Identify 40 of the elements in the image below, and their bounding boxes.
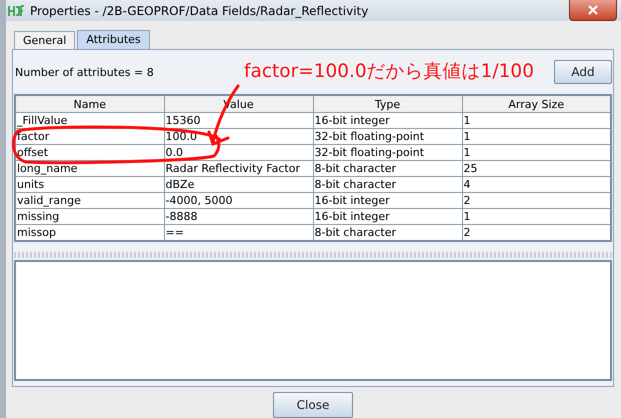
attribute-count: Number of attributes = 8 (15, 66, 154, 78)
column-header[interactable]: Name (15, 95, 164, 112)
table-cell: units (15, 176, 164, 192)
table-cell: 32-bit floating-point (313, 144, 462, 160)
table-cell: 32-bit floating-point (313, 128, 462, 144)
table-cell: -8888 (164, 208, 313, 224)
annotation-text: factor=100.0だから真値は1/100 (244, 60, 534, 83)
table-cell: 0.0 (164, 144, 313, 160)
table-cell: 15360 (164, 112, 313, 128)
close-icon (588, 5, 598, 15)
table-cell: valid_range (15, 192, 164, 208)
add-button[interactable]: Add (554, 60, 612, 84)
table-cell: long_name (15, 160, 164, 176)
tab[interactable]: General (14, 31, 76, 49)
table-cell: factor (15, 128, 164, 144)
table-cell: -4000, 5000 (164, 192, 313, 208)
table-cell: 16-bit integer (313, 192, 462, 208)
table-cell: == (164, 224, 313, 241)
hdf-logo-icon (8, 4, 24, 18)
table-cell: 8-bit character (313, 160, 462, 176)
tab[interactable]: Attributes (77, 30, 150, 49)
column-header[interactable]: Array Size (462, 95, 611, 112)
table-cell: dBZe (164, 176, 313, 192)
text-area[interactable] (14, 260, 612, 381)
close-button[interactable]: Close (273, 392, 353, 418)
close-window-button[interactable] (569, 0, 617, 21)
table-cell: 16-bit integer (313, 112, 462, 128)
splitter-handle[interactable] (14, 252, 612, 258)
table-cell: 8-bit character (313, 224, 462, 241)
table-cell: 16-bit integer (313, 208, 462, 224)
table-cell: offset (15, 144, 164, 160)
table-cell: missing (15, 208, 164, 224)
window-title: Properties - /2B-GEOPROF/Data Fields/Radar_Reflectivity (30, 4, 370, 18)
table-cell: 2 (462, 192, 611, 208)
table-cell: 25 (462, 160, 611, 176)
table-cell: _FillValue (15, 112, 164, 128)
table-cell: 8-bit character (313, 176, 462, 192)
column-header[interactable]: Type (313, 95, 462, 112)
table-cell: missop (15, 224, 164, 241)
table-cell: Radar Reflectivity Factor (164, 160, 313, 176)
